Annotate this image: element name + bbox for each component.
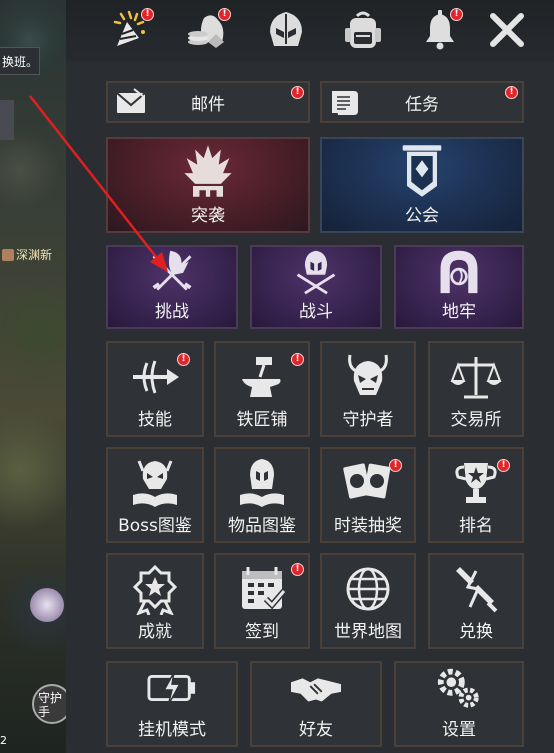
notification-badge: !	[450, 8, 463, 21]
achievements-label: 成就	[138, 622, 172, 642]
battle-label: 战斗	[299, 302, 333, 322]
scroll-icon	[332, 91, 358, 115]
pet-avatar	[30, 588, 64, 622]
spartan-swords-icon	[296, 250, 336, 295]
handshake-icon	[291, 678, 341, 702]
notification-badge: !	[291, 353, 304, 366]
helmet-button[interactable]	[259, 4, 313, 56]
medal-icon	[132, 564, 178, 615]
blacksmith-label: 铁匠铺	[236, 410, 288, 430]
helmet-book-icon	[240, 459, 284, 507]
notification-badge: !	[389, 459, 402, 472]
guild-label: 公会	[405, 206, 439, 226]
guild-shield-icon	[2, 249, 14, 261]
scene-tooltip: 换班。	[0, 47, 40, 75]
settings-button[interactable]: 设置	[394, 661, 524, 747]
theater-cards-icon	[343, 463, 391, 499]
battery-bolt-icon	[147, 672, 196, 706]
friends-button[interactable]: 好友	[250, 661, 382, 747]
backpack-icon	[345, 11, 381, 48]
notification-badge: !	[497, 459, 510, 472]
guardian-button[interactable]: 守护者	[320, 341, 416, 437]
redeem-button[interactable]: 兑换	[428, 553, 524, 649]
game-scene-background: 换班。 深渊新 守护手 2	[0, 0, 72, 753]
world-map-label: 世界地图	[334, 622, 402, 642]
notification-badge: !	[505, 86, 518, 99]
scene-object	[0, 100, 14, 140]
skills-button[interactable]: 技能 !	[106, 341, 204, 437]
boss-codex-label: Boss图鉴	[118, 516, 192, 536]
item-codex-button[interactable]: 物品图鉴	[214, 447, 310, 543]
boss-codex-button[interactable]: Boss图鉴	[106, 447, 204, 543]
scales-icon	[450, 357, 502, 399]
notification-badge: !	[141, 8, 154, 21]
world-map-button[interactable]: 世界地图	[320, 553, 416, 649]
dungeon-button[interactable]: 地牢	[394, 245, 524, 329]
corner-number: 2	[0, 734, 7, 747]
guild-button[interactable]: 公会	[320, 137, 524, 233]
notifications-button[interactable]: !	[413, 4, 467, 56]
blacksmith-button[interactable]: 铁匠铺 !	[214, 341, 310, 437]
checkin-label: 签到	[245, 622, 279, 642]
mail-button[interactable]: 邮件 !	[106, 81, 310, 123]
main-menu-panel: ! ! ! 邮件 ! 任务 ! 突袭 公会 挑战 战斗 地牢 技能 ! 铁匠铺 …	[66, 0, 554, 753]
globe-icon	[346, 567, 390, 611]
friends-label: 好友	[299, 720, 333, 740]
notification-badge: !	[291, 86, 304, 99]
backpack-button[interactable]	[336, 4, 390, 56]
redeem-label: 兑换	[459, 622, 493, 642]
item-codex-label: 物品图鉴	[228, 516, 296, 536]
idle-mode-button[interactable]: 挂机模式	[106, 661, 238, 747]
costume-lottery-button[interactable]: 时装抽奖 !	[320, 447, 416, 543]
notification-badge: !	[218, 8, 231, 21]
gears-icon	[437, 668, 479, 708]
checkin-button[interactable]: 签到 !	[214, 553, 310, 649]
raid-button[interactable]: 突袭	[106, 137, 310, 233]
notification-badge: !	[177, 353, 190, 366]
mail-label: 邮件	[191, 94, 225, 115]
player-name: 深渊新	[16, 248, 53, 262]
guild-banner-icon	[402, 145, 442, 197]
player-nameplate: 深渊新	[2, 246, 52, 263]
close-button[interactable]	[480, 4, 534, 56]
mail-icon	[116, 88, 146, 113]
raid-icon	[184, 145, 232, 197]
challenge-button[interactable]: 挑战	[106, 245, 238, 329]
dungeon-label: 地牢	[442, 302, 476, 322]
quest-button[interactable]: 任务 !	[320, 81, 524, 123]
skills-label: 技能	[138, 410, 172, 430]
calendar-check-icon	[242, 567, 287, 610]
quest-label: 任务	[405, 94, 439, 115]
trophy-icon	[455, 463, 497, 503]
ranking-button[interactable]: 排名 !	[428, 447, 524, 543]
skill-spear-icon	[133, 360, 179, 394]
treasure-button[interactable]: !	[181, 4, 235, 56]
dragon-swords-icon	[152, 250, 192, 291]
celebration-button[interactable]: !	[102, 4, 156, 56]
close-icon	[490, 13, 524, 47]
raid-label: 突袭	[191, 206, 225, 226]
idle-mode-label: 挂机模式	[138, 720, 206, 740]
boss-skull-book-icon	[133, 460, 177, 507]
battle-button[interactable]: 战斗	[250, 245, 382, 329]
helmet-icon	[270, 12, 302, 46]
demon-skull-icon	[348, 354, 388, 395]
guardian-label: 守护者	[342, 410, 394, 430]
achievements-button[interactable]: 成就	[106, 553, 204, 649]
notification-badge: !	[291, 563, 304, 576]
challenge-label: 挑战	[155, 302, 189, 322]
anvil-hammer-icon	[242, 357, 281, 397]
portal-arch-icon	[440, 250, 478, 294]
exchange-house-label: 交易所	[450, 410, 502, 430]
settings-label: 设置	[442, 720, 476, 740]
broken-sword-icon	[456, 567, 498, 613]
ranking-label: 排名	[459, 516, 493, 536]
exchange-house-button[interactable]: 交易所	[428, 341, 524, 437]
costume-lottery-label: 时装抽奖	[334, 516, 402, 536]
top-icon-bar: ! ! !	[66, 0, 554, 62]
